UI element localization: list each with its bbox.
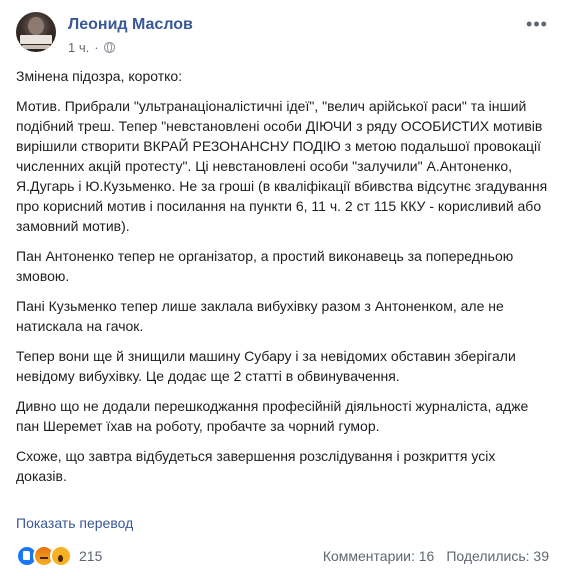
post-body: Змінена підозра, коротко: Мотив. Прибрал… <box>16 66 549 496</box>
post-stats: Комментарии: 16 Поделились: 39 <box>323 548 549 564</box>
post-header: Леонид Маслов 1 ч. · ••• <box>16 12 549 56</box>
post-timestamp[interactable]: 1 ч. <box>68 40 89 55</box>
show-translation-link[interactable]: Показать перевод <box>16 515 133 531</box>
meta-separator: · <box>94 40 99 55</box>
post-paragraph: Пан Антоненко тепер не організатор, а пр… <box>16 248 514 284</box>
post-footer: 215 Комментарии: 16 Поделились: 39 <box>16 543 549 571</box>
author-name[interactable]: Леонид Маслов <box>68 16 193 34</box>
reaction-count: 215 <box>79 548 103 564</box>
post-paragraph: Пані Кузьменко тепер лише заклала вибухі… <box>16 298 504 334</box>
post-meta: 1 ч. · <box>68 40 115 55</box>
post-paragraph: Схоже, що завтра відбудеться завершення … <box>16 448 496 484</box>
wow-icon <box>50 545 72 567</box>
author-avatar[interactable] <box>16 12 56 52</box>
post-paragraph: Мотив. Прибрали "ультранаціоналістичні і… <box>16 98 548 234</box>
avatar-banner-lower <box>22 45 50 49</box>
avatar-face <box>28 17 44 35</box>
reactions-summary[interactable]: 215 <box>16 545 102 567</box>
facebook-post: Леонид Маслов 1 ч. · ••• Змінена підозра… <box>0 0 565 576</box>
globe-icon[interactable] <box>103 42 115 53</box>
post-paragraph: Змінена підозра, коротко: <box>16 68 183 84</box>
post-paragraph: Дивно що не додали перешкоджання професі… <box>16 398 529 434</box>
shares-count-link[interactable]: Поделились: 39 <box>446 548 549 564</box>
avatar-banner <box>20 35 52 44</box>
post-paragraph: Тепер вони ще й знищили машину Субару і … <box>16 348 516 384</box>
comments-count-link[interactable]: Комментарии: 16 <box>323 548 435 564</box>
more-options-icon[interactable]: ••• <box>525 15 549 34</box>
